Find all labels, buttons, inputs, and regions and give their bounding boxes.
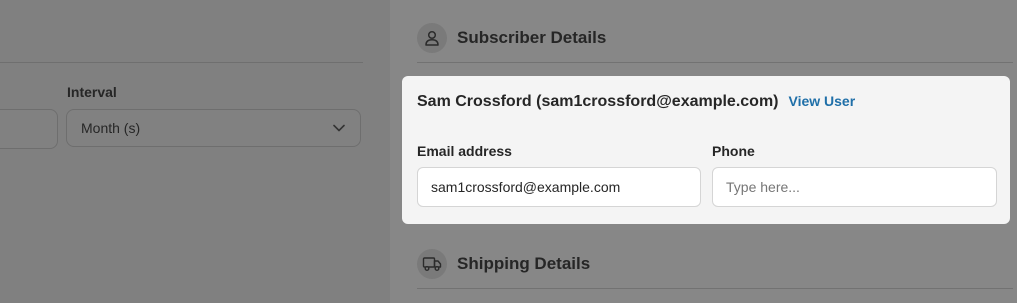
subscriber-card-header: Sam Crossford (sam1crossford@example.com… <box>417 93 855 111</box>
email-label: Email address <box>417 143 512 159</box>
interval-select[interactable]: Month (s) <box>66 109 361 147</box>
subscriber-divider <box>417 62 1013 63</box>
truck-icon <box>417 249 447 279</box>
view-user-link[interactable]: View User <box>789 93 856 109</box>
user-icon <box>417 23 447 53</box>
interval-value: Month (s) <box>81 120 141 136</box>
subscriber-details-header: Subscriber Details <box>417 23 606 53</box>
shipping-details-header: Shipping Details <box>417 249 590 279</box>
phone-label: Phone <box>712 143 755 159</box>
left-divider <box>0 62 363 63</box>
phone-field[interactable] <box>712 167 997 207</box>
left-panel <box>0 0 390 303</box>
previous-field-input[interactable] <box>0 109 58 149</box>
chevron-down-icon <box>333 124 345 132</box>
subscriber-name: Sam Crossford (sam1crossford@example.com… <box>417 93 779 110</box>
email-field[interactable] <box>417 167 701 207</box>
subscriber-details-title: Subscriber Details <box>457 28 607 47</box>
shipping-divider <box>417 288 1013 289</box>
shipping-details-title: Shipping Details <box>457 254 591 273</box>
subscriber-card: Sam Crossford (sam1crossford@example.com… <box>402 76 1010 224</box>
interval-label: Interval <box>67 84 117 100</box>
